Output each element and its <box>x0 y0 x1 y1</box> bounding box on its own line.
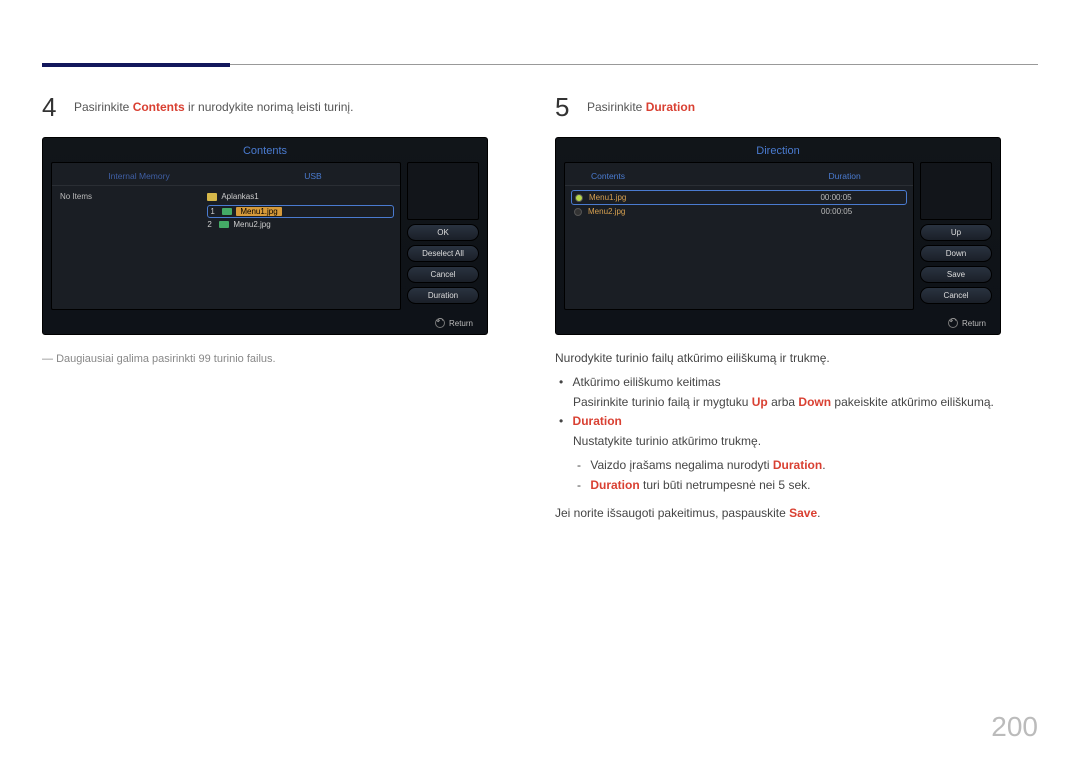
li1-up: Up <box>752 395 768 409</box>
file2-num: 2 <box>207 220 215 229</box>
save-line: Jei norite išsaugoti pakeitimus, paspaus… <box>555 504 1038 524</box>
col-duration-header: Duration <box>784 171 905 181</box>
return-label[interactable]: Return <box>948 318 986 328</box>
step-number-5: 5 <box>555 92 573 123</box>
folder-icon <box>207 193 217 201</box>
cancel-button[interactable]: Cancel <box>407 266 479 283</box>
folder-row[interactable]: Aplankas1 <box>207 192 394 201</box>
file-row-2[interactable]: 2 Menu2.jpg <box>207 220 394 229</box>
playlist-pane: Contents Duration Menu1.jpg 00:00:05 Menu… <box>564 162 914 310</box>
step5-intro: Nurodykite turinio failų atkūrimo eilišk… <box>555 349 1038 369</box>
li1-down: Down <box>798 395 831 409</box>
return-label[interactable]: Return <box>435 318 473 328</box>
step4-highlight: Contents <box>133 100 185 114</box>
li2-sub2: Duration turi būti netrumpesnė nei 5 sek… <box>591 476 1038 496</box>
folder-name: Aplankas1 <box>221 192 258 201</box>
page-number: 200 <box>991 711 1038 743</box>
li-duration: Duration Nustatykite turinio atkūrimo tr… <box>573 412 1038 495</box>
row2-duration: 00:00:05 <box>769 207 904 216</box>
li2s2-after: turi būti netrumpesnė nei 5 sek. <box>640 478 811 492</box>
li1-mid: arba <box>768 395 799 409</box>
playlist-row-1[interactable]: Menu1.jpg 00:00:05 <box>571 190 907 205</box>
preview-box <box>407 162 479 220</box>
return-icon <box>435 318 445 328</box>
image-icon <box>219 221 229 228</box>
save-hl: Save <box>789 506 817 520</box>
top-rule-accent <box>42 63 230 67</box>
file1-name: Menu1.jpg <box>236 207 281 216</box>
deselect-all-button[interactable]: Deselect All <box>407 245 479 262</box>
step5-prefix: Pasirinkite <box>587 100 646 114</box>
save-after: . <box>817 506 820 520</box>
li2s2-hl: Duration <box>590 478 639 492</box>
save-before: Jei norite išsaugoti pakeitimus, paspaus… <box>555 506 789 520</box>
step4-prefix: Pasirinkite <box>74 100 133 114</box>
down-button[interactable]: Down <box>920 245 992 262</box>
return-text: Return <box>449 319 473 328</box>
li-order-change: Atkūrimo eiliškumo keitimas Pasirinkite … <box>573 373 1038 413</box>
left-column: 4 Pasirinkite Contents ir nurodykite nor… <box>42 92 525 523</box>
ok-button[interactable]: OK <box>407 224 479 241</box>
step-number-4: 4 <box>42 92 60 123</box>
step5-text: Pasirinkite Duration <box>587 92 695 114</box>
li2s1-hl: Duration <box>773 458 822 472</box>
save-button[interactable]: Save <box>920 266 992 283</box>
step4-text: Pasirinkite Contents ir nurodykite norim… <box>74 92 353 114</box>
screen-title: Direction <box>556 138 1000 162</box>
no-items-label: No Items <box>52 186 201 298</box>
li2-title: Duration <box>573 414 622 428</box>
li1-before: Pasirinkite turinio failą ir mygtuku <box>573 395 752 409</box>
return-text: Return <box>962 319 986 328</box>
duration-button[interactable]: Duration <box>407 287 479 304</box>
file2-name: Menu2.jpg <box>233 220 270 229</box>
tab-usb[interactable]: USB <box>226 167 400 185</box>
image-icon <box>222 208 232 215</box>
radio-icon <box>574 208 582 216</box>
row1-name: Menu1.jpg <box>589 193 763 202</box>
direction-screen: Direction Contents Duration Menu1.jpg 00:… <box>555 137 1001 335</box>
file-browser-pane: Internal Memory USB No Items Aplankas1 1… <box>51 162 401 310</box>
return-icon <box>948 318 958 328</box>
step4-note: Daugiausiai galima pasirinkti 99 turinio… <box>42 353 525 365</box>
screen-title: Contents <box>43 138 487 162</box>
file1-num: 1 <box>210 207 218 216</box>
col-contents-header: Contents <box>573 171 784 181</box>
up-button[interactable]: Up <box>920 224 992 241</box>
radio-icon <box>575 194 583 202</box>
li2-sub1: Vaizdo įrašams negalima nurodyti Duratio… <box>591 456 1038 476</box>
step5-highlight: Duration <box>646 100 695 114</box>
li2-text: Nustatykite turinio atkūrimo trukmę. <box>573 434 761 448</box>
row1-duration: 00:00:05 <box>769 193 903 202</box>
li2s1-after: . <box>822 458 825 472</box>
li1-after: pakeiskite atkūrimo eiliškumą. <box>831 395 994 409</box>
preview-box <box>920 162 992 220</box>
playlist-row-2[interactable]: Menu2.jpg 00:00:05 <box>571 205 907 218</box>
cancel-button[interactable]: Cancel <box>920 287 992 304</box>
file-row-1[interactable]: 1 Menu1.jpg <box>207 205 394 218</box>
right-column: 5 Pasirinkite Duration Direction Content… <box>555 92 1038 523</box>
tab-internal-memory[interactable]: Internal Memory <box>52 167 226 185</box>
step4-suffix: ir nurodykite norimą leisti turinį. <box>185 100 354 114</box>
li2s1-before: Vaizdo įrašams negalima nurodyti <box>590 458 773 472</box>
li1-title: Atkūrimo eiliškumo keitimas <box>573 375 721 389</box>
row2-name: Menu2.jpg <box>588 207 763 216</box>
contents-screen: Contents Internal Memory USB No Items Ap… <box>42 137 488 335</box>
